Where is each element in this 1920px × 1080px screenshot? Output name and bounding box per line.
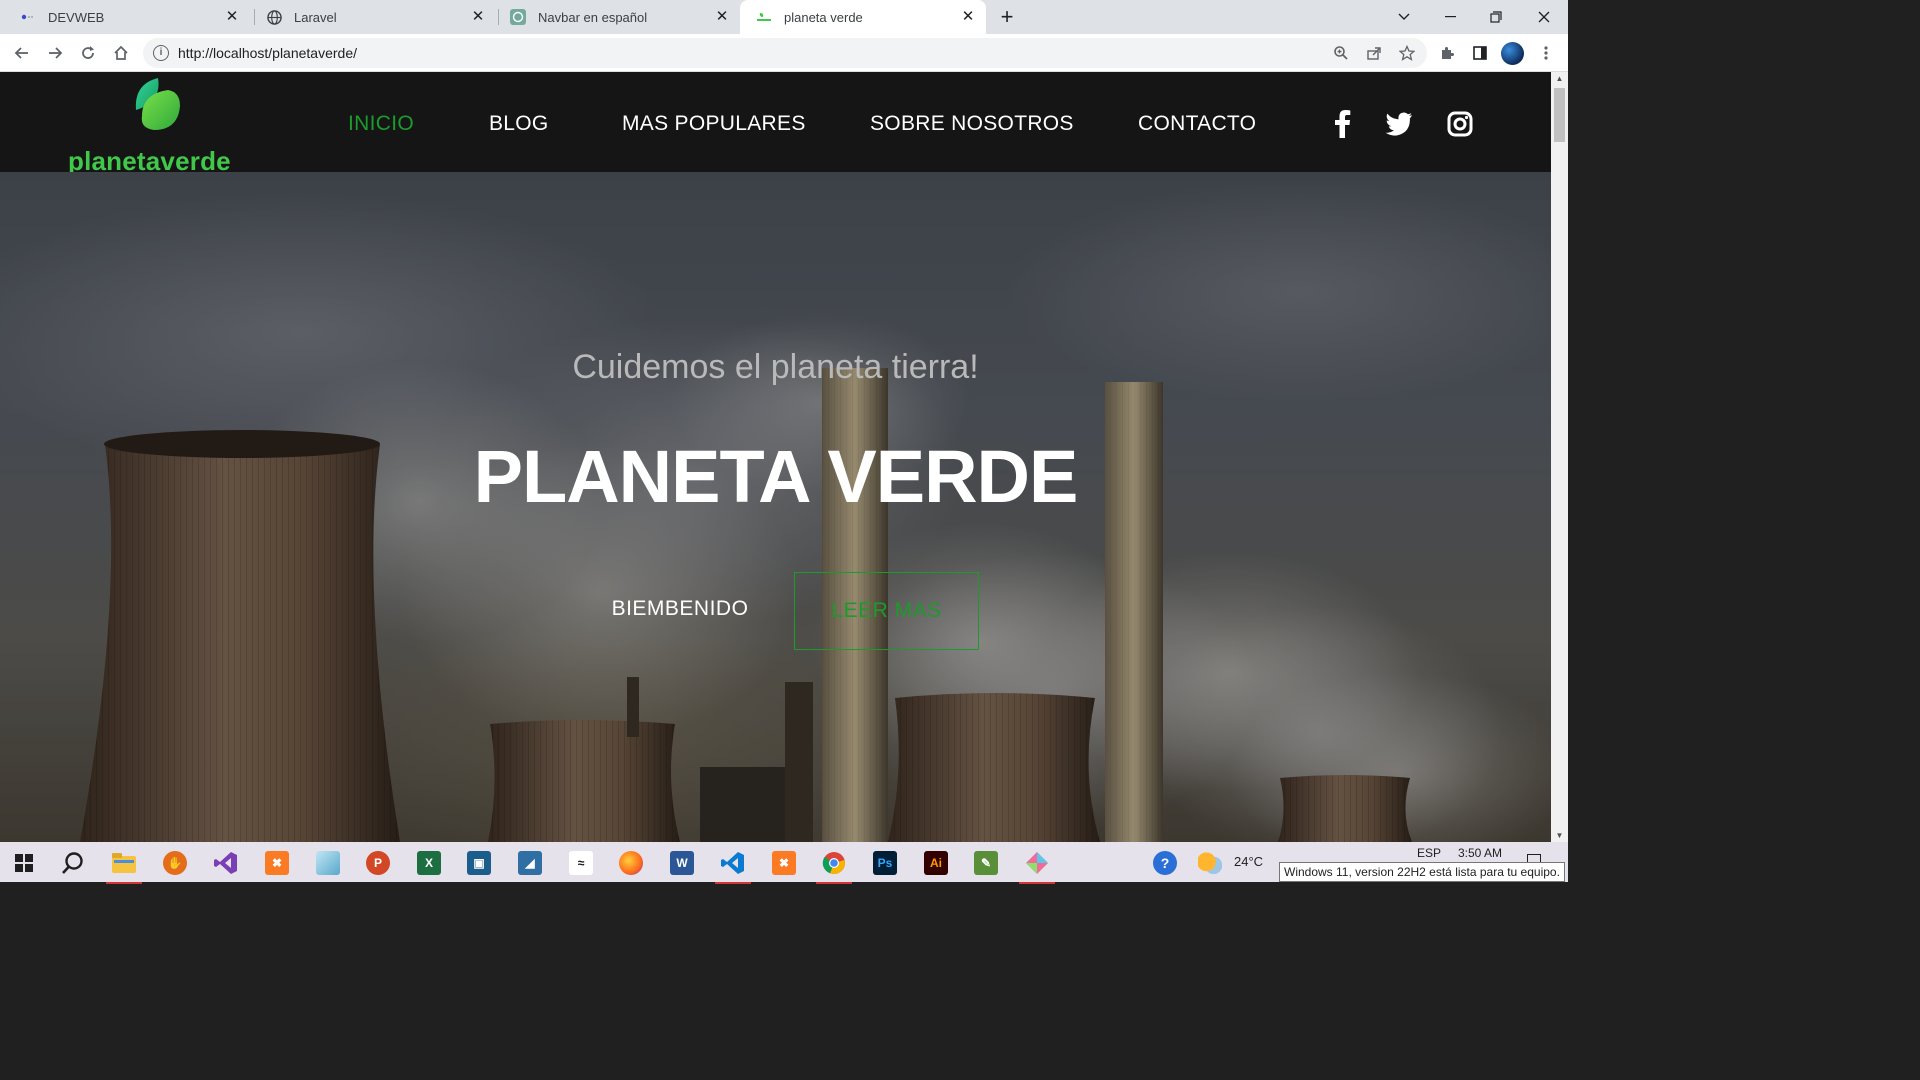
excel-icon[interactable]: X bbox=[409, 846, 449, 880]
visual-studio-icon[interactable] bbox=[206, 846, 246, 880]
nav-link-contacto[interactable]: CONTACTO bbox=[1138, 112, 1256, 136]
scroll-up-icon[interactable]: ▲ bbox=[1555, 74, 1564, 83]
running-indicator bbox=[1019, 882, 1055, 884]
share-icon[interactable] bbox=[1366, 45, 1382, 61]
running-indicator bbox=[715, 882, 751, 884]
weather-temperature[interactable]: 24°C bbox=[1234, 854, 1263, 869]
welcome-button[interactable]: BIEMBENIDO bbox=[600, 597, 760, 627]
url-text[interactable]: http://localhost/planetaverde/ bbox=[178, 45, 357, 61]
input-language[interactable]: ESP bbox=[1417, 846, 1441, 860]
close-window-icon[interactable] bbox=[1521, 0, 1567, 34]
illustrator-icon[interactable]: Ai bbox=[916, 846, 956, 880]
hero-subtitle: Cuidemos el planeta tierra! bbox=[572, 348, 979, 386]
browser-tab-strip: DEVWEB ✕ Laravel ✕ Navbar en español ✕ p… bbox=[0, 0, 1568, 34]
bookmark-star-icon[interactable] bbox=[1398, 44, 1416, 61]
close-tab-icon[interactable]: ✕ bbox=[470, 9, 486, 25]
tab-title: DEVWEB bbox=[48, 9, 105, 25]
tab-navbar[interactable]: Navbar en español ✕ bbox=[494, 0, 740, 34]
chrome-icon[interactable] bbox=[814, 846, 854, 884]
update-notification-tooltip: Windows 11, version 22H2 está lista para… bbox=[1279, 862, 1565, 882]
site-logo[interactable]: planetaverde bbox=[66, 76, 246, 176]
nav-link-inicio[interactable]: INICIO bbox=[348, 112, 414, 136]
hero-title: PLANETA VERDE bbox=[473, 435, 1079, 518]
zoom-icon[interactable] bbox=[1333, 45, 1349, 61]
browser-toolbar: i http://localhost/planetaverde/ bbox=[0, 34, 1568, 72]
instagram-icon[interactable] bbox=[1446, 110, 1474, 138]
powerpoint-icon[interactable]: P bbox=[358, 846, 398, 880]
vscode-icon[interactable] bbox=[713, 846, 753, 884]
help-icon[interactable]: ? bbox=[1145, 846, 1185, 880]
firefox-icon[interactable] bbox=[611, 846, 651, 880]
xampp-icon[interactable]: ✖ bbox=[257, 846, 297, 880]
nav-link-sobre-nosotros[interactable]: SOBRE NOSOTROS bbox=[870, 112, 1074, 136]
page-scrollbar[interactable]: ▲ ▼ bbox=[1551, 72, 1568, 842]
tab-search-icon[interactable] bbox=[1381, 0, 1427, 34]
tab-planeta-verde[interactable]: planeta verde ✕ bbox=[740, 0, 986, 34]
devweb-icon bbox=[20, 9, 36, 25]
nav-link-blog[interactable]: BLOG bbox=[489, 112, 549, 136]
read-more-button[interactable]: LEER MAS bbox=[794, 572, 979, 650]
clock-time[interactable]: 3:50 AM bbox=[1458, 846, 1502, 860]
back-icon[interactable] bbox=[10, 41, 34, 65]
page-viewport: planetaverde INICIO BLOG MAS POPULARES S… bbox=[0, 72, 1551, 842]
scroll-down-icon[interactable]: ▼ bbox=[1555, 831, 1564, 840]
leaf-icon bbox=[756, 9, 772, 25]
address-bar[interactable]: i http://localhost/planetaverde/ bbox=[143, 38, 1427, 68]
forward-icon[interactable] bbox=[43, 41, 67, 65]
tab-title: Laravel bbox=[294, 9, 337, 25]
leaf-logo-icon bbox=[135, 78, 180, 130]
tab-title: Navbar en español bbox=[538, 9, 648, 25]
file-explorer-icon[interactable] bbox=[104, 846, 144, 884]
side-panel-icon[interactable] bbox=[1468, 41, 1492, 65]
search-icon[interactable] bbox=[53, 846, 93, 880]
photoshop-icon[interactable]: Ps bbox=[865, 846, 905, 880]
profile-avatar[interactable] bbox=[1501, 42, 1524, 65]
restore-icon[interactable] bbox=[1473, 0, 1519, 34]
tab-laravel[interactable]: Laravel ✕ bbox=[250, 0, 496, 34]
tab-title: planeta verde bbox=[784, 9, 863, 25]
minimize-icon[interactable] bbox=[1427, 0, 1473, 34]
facebook-icon[interactable] bbox=[1328, 110, 1356, 138]
extensions-icon[interactable] bbox=[1435, 41, 1459, 65]
tab-devweb[interactable]: DEVWEB ✕ bbox=[4, 0, 250, 34]
menu-kebab-icon[interactable] bbox=[1534, 41, 1558, 65]
virtualbox-icon[interactable]: ▣ bbox=[459, 846, 499, 880]
home-icon[interactable] bbox=[109, 41, 133, 65]
running-indicator bbox=[816, 882, 852, 884]
close-tab-icon[interactable]: ✕ bbox=[224, 9, 240, 25]
app-icon[interactable]: ✎ bbox=[966, 846, 1006, 880]
mysql-workbench-icon[interactable]: ◢ bbox=[510, 846, 550, 880]
running-indicator bbox=[106, 882, 142, 884]
new-tab-button[interactable]: + bbox=[996, 6, 1018, 28]
word-icon[interactable]: W bbox=[662, 846, 702, 880]
site-info-icon[interactable]: i bbox=[153, 45, 169, 61]
app-icon[interactable] bbox=[308, 846, 348, 880]
app-icon[interactable]: ✋ bbox=[155, 846, 195, 880]
close-tab-icon[interactable]: ✕ bbox=[960, 9, 976, 25]
capcut-icon[interactable]: ≈ bbox=[561, 846, 601, 880]
site-navbar: planetaverde INICIO BLOG MAS POPULARES S… bbox=[0, 72, 1551, 176]
start-icon[interactable] bbox=[4, 846, 44, 880]
globe-icon bbox=[266, 9, 282, 25]
chatgpt-icon bbox=[510, 9, 526, 25]
weather-icon[interactable] bbox=[1195, 846, 1225, 880]
xampp-icon[interactable]: ✖ bbox=[764, 846, 804, 880]
close-tab-icon[interactable]: ✕ bbox=[714, 9, 730, 25]
scroll-thumb[interactable] bbox=[1554, 88, 1565, 142]
nav-link-mas-populares[interactable]: MAS POPULARES bbox=[622, 112, 806, 136]
twitter-icon[interactable] bbox=[1385, 110, 1413, 138]
app-icon[interactable] bbox=[1017, 846, 1057, 884]
reload-icon[interactable] bbox=[76, 41, 100, 65]
hero-section: Cuidemos el planeta tierra! PLANETA VERD… bbox=[0, 172, 1551, 842]
